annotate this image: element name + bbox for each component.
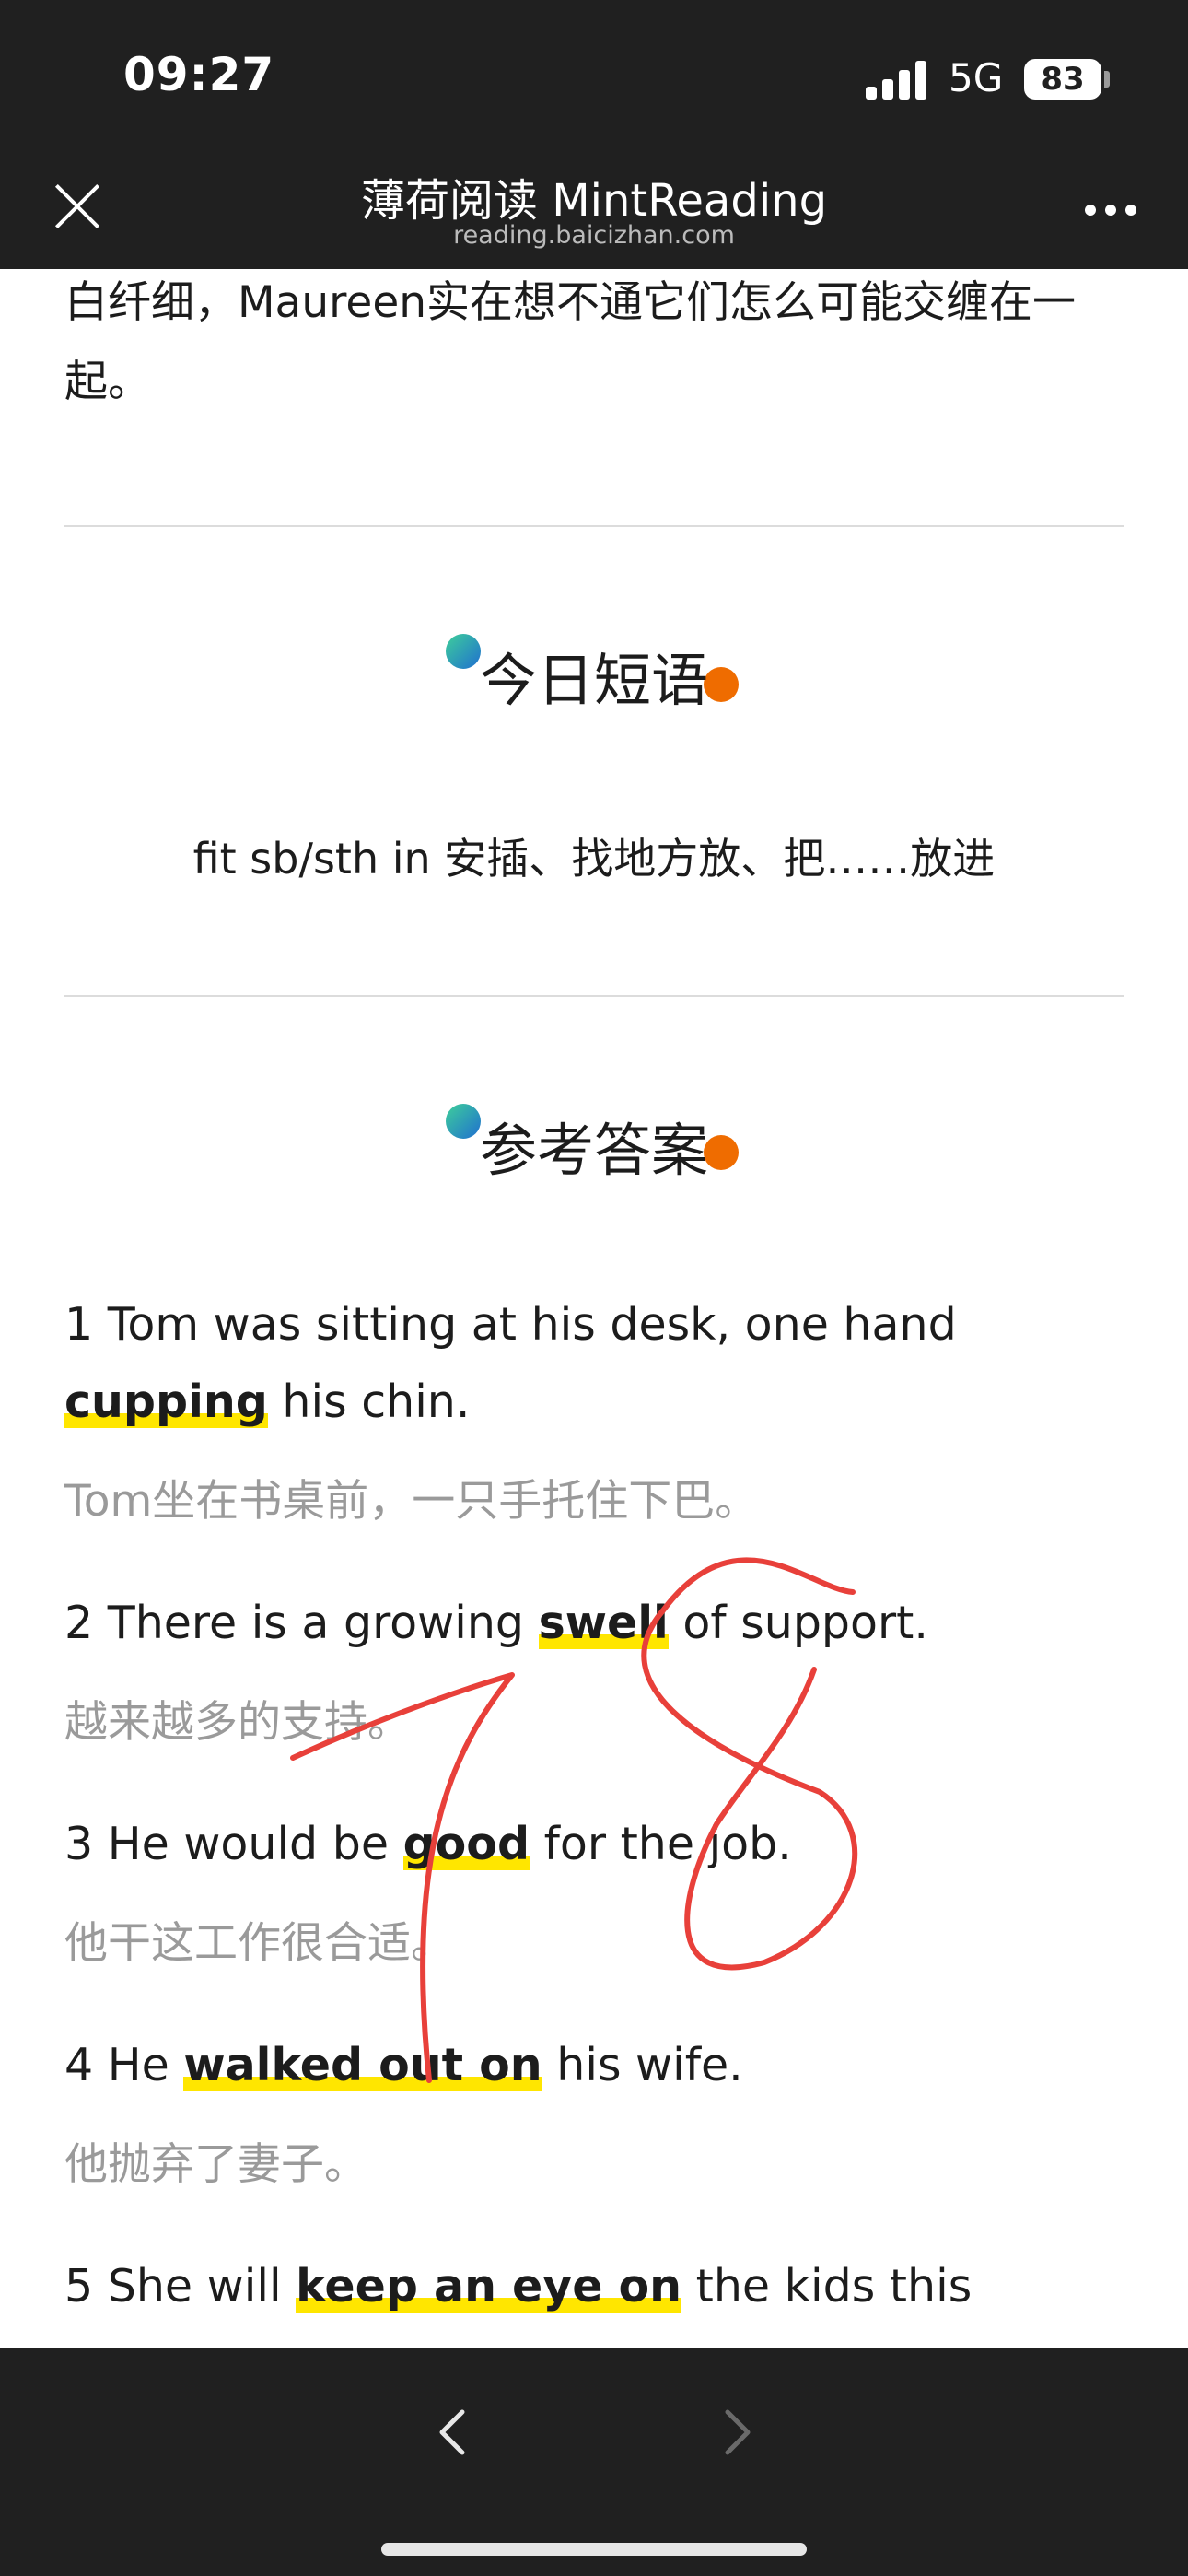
answer-number: 5: [64, 2260, 94, 2313]
phrase-text: fit sb/sth in 安插、找地方放、把……放进: [192, 834, 996, 884]
answer-translation: 他抛弃了妻子。: [64, 2139, 367, 2190]
answer-sentence: 2 There is a growing swell of support.: [64, 1585, 1124, 1662]
intro-paragraph: 白纤细，Maureen实在想不通它们怎么可能交缠在一起。: [64, 277, 1077, 407]
answers-section-title: 参考答案: [479, 1117, 708, 1184]
answer-text: She will: [107, 2260, 297, 2313]
answer-text: of support.: [668, 1597, 928, 1649]
answer-number: 3: [64, 1818, 94, 1870]
home-indicator[interactable]: [381, 2543, 807, 2556]
answer-number: 4: [64, 2039, 94, 2091]
answer-highlight: walked out on: [183, 2039, 542, 2091]
answer-translation: 他干这工作很合适。: [64, 1918, 454, 1969]
page-url: reading.baicizhan.com: [453, 221, 735, 250]
battery-icon: 83: [1024, 59, 1101, 100]
answer-text: He would be: [107, 1818, 403, 1870]
battery-tip: [1104, 71, 1110, 88]
back-arrow-icon[interactable]: [427, 2405, 483, 2460]
top-bar: 09:27 5G 83 薄荷阅读 MintReading reading.bai…: [0, 0, 1188, 269]
answer-text: He: [107, 2039, 184, 2091]
answer-text: his wife.: [542, 2039, 743, 2091]
divider: [64, 995, 1124, 997]
answer-text: for the job.: [530, 1818, 792, 1870]
answer-highlight: good: [402, 1818, 530, 1870]
answer-text: his chin.: [267, 1376, 471, 1428]
divider: [64, 525, 1124, 527]
bottom-toolbar: [0, 2348, 1188, 2576]
forward-arrow-icon[interactable]: [707, 2405, 763, 2460]
answer-number: 2: [64, 1597, 94, 1649]
answer-highlight: cupping: [64, 1376, 268, 1428]
answer-sentence: 3 He would be good for the job.: [64, 1806, 1124, 1883]
answer-text: There is a growing: [107, 1597, 539, 1649]
answer-sentence: 1 Tom was sitting at his desk, one hand …: [64, 1286, 1124, 1441]
page-title: 薄荷阅读 MintReading: [360, 175, 828, 227]
answer-highlight: keep an eye on: [296, 2260, 682, 2313]
more-icon[interactable]: [1085, 205, 1136, 217]
answer-highlight: swell: [538, 1597, 669, 1649]
network-type: 5G: [949, 55, 1004, 100]
answer-sentence: 4 He walked out on his wife.: [64, 2027, 1124, 2104]
answer-translation: 越来越多的支持。: [64, 1697, 411, 1748]
answer-text: the kids this: [681, 2260, 973, 2313]
article-content[interactable]: 白纤细，Maureen实在想不通它们怎么可能交缠在一起。 今日短语 fit sb…: [0, 269, 1188, 2348]
answer-sentence: 5 She will keep an eye on the kids this: [64, 2248, 1124, 2325]
answer-number: 1: [64, 1298, 94, 1351]
answer-translation: Tom坐在书桌前，一只手托住下巴。: [64, 1476, 759, 1527]
phrase-section-title: 今日短语: [479, 647, 708, 714]
cellular-signal-icon: [866, 61, 926, 100]
status-time: 09:27: [123, 48, 275, 101]
answer-text: Tom was sitting at his desk, one hand: [107, 1298, 957, 1351]
